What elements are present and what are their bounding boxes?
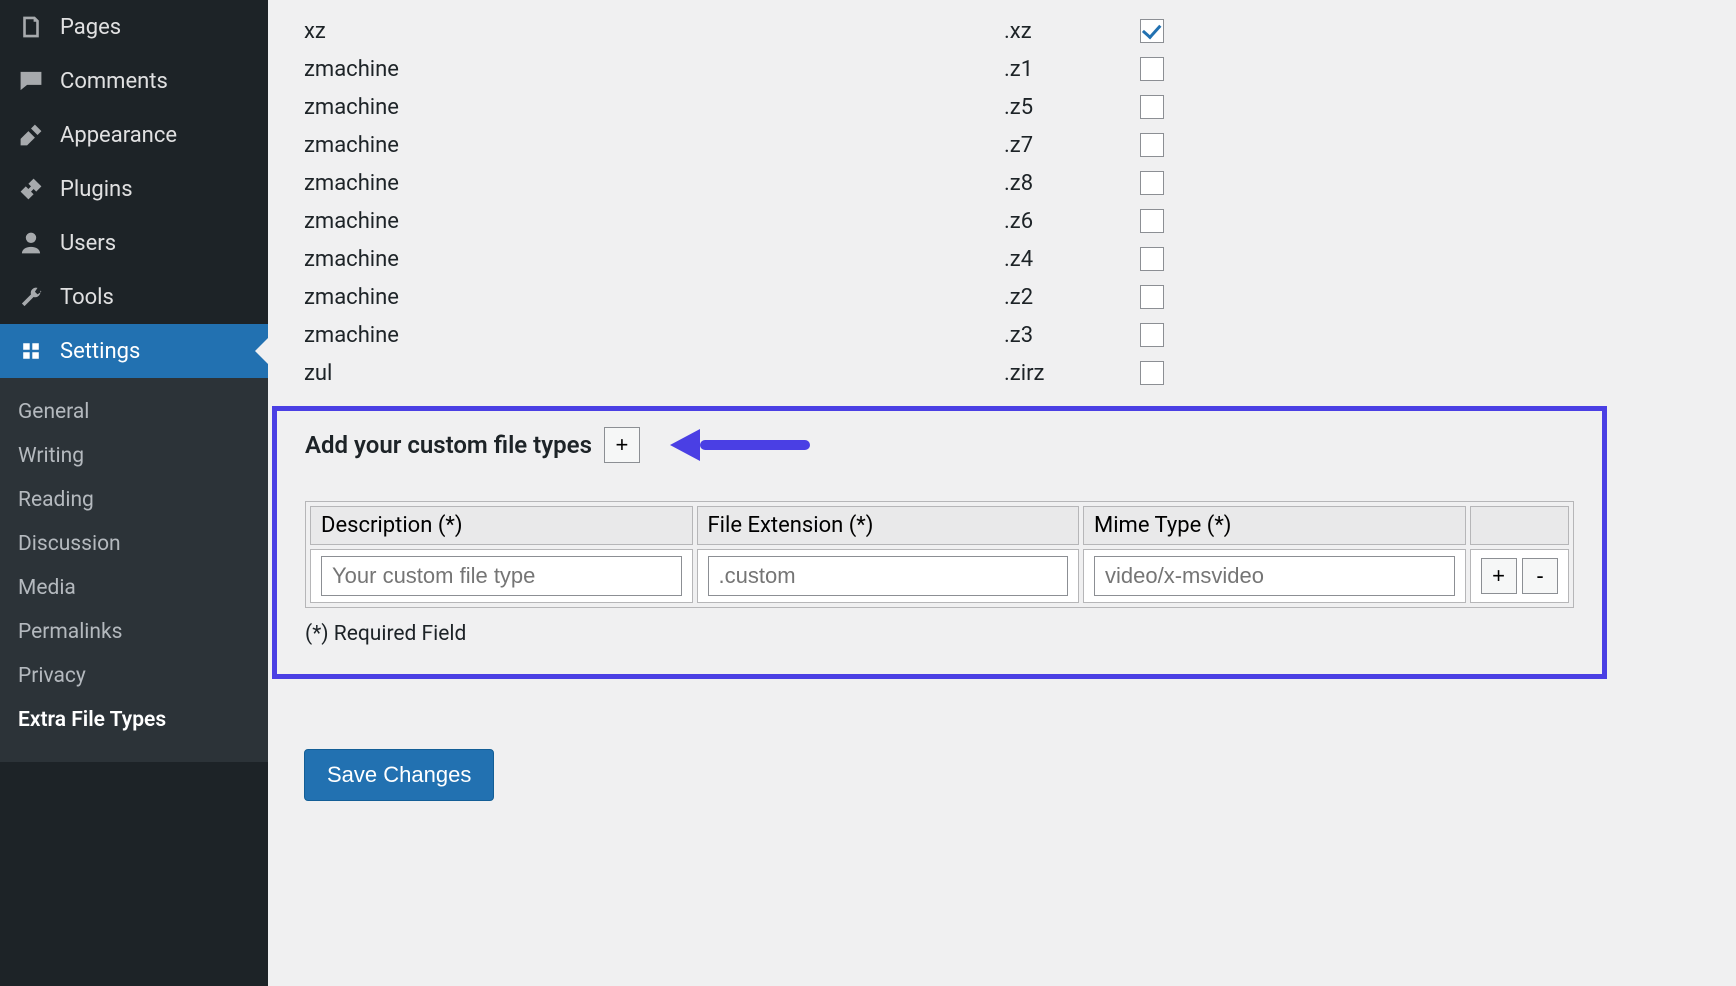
- file-type-name: zmachine: [304, 171, 1004, 196]
- file-type-row: zmachine.z2: [304, 278, 1736, 316]
- sidebar-item-tools[interactable]: Tools: [0, 270, 268, 324]
- file-type-extension: .z3: [1004, 323, 1132, 348]
- file-type-name: zul: [304, 361, 1004, 386]
- file-type-checkbox[interactable]: [1140, 19, 1164, 43]
- sidebar-item-comments[interactable]: Comments: [0, 54, 268, 108]
- sidebar-item-appearance[interactable]: Appearance: [0, 108, 268, 162]
- file-type-extension: .zirz: [1004, 361, 1132, 386]
- description-input[interactable]: [321, 556, 682, 596]
- admin-sidebar: Pages Comments Appearance Plugins: [0, 0, 268, 986]
- annotation-arrow: [670, 435, 810, 455]
- file-type-extension: .xz: [1004, 19, 1132, 44]
- file-type-row: zul.zirz: [304, 354, 1736, 392]
- file-type-row: zmachine.z3: [304, 316, 1736, 354]
- sidebar-item-users[interactable]: Users: [0, 216, 268, 270]
- table-row: + -: [310, 549, 1569, 603]
- file-type-name: zmachine: [304, 285, 1004, 310]
- file-type-name: zmachine: [304, 133, 1004, 158]
- settings-submenu: General Writing Reading Discussion Media…: [0, 378, 268, 762]
- file-types-list: xz.xzzmachine.z1zmachine.z5zmachine.z7zm…: [268, 0, 1736, 392]
- file-type-row: xz.xz: [304, 12, 1736, 50]
- comments-icon: [18, 68, 54, 94]
- file-type-checkbox[interactable]: [1140, 247, 1164, 271]
- file-type-checkbox[interactable]: [1140, 133, 1164, 157]
- file-type-row: zmachine.z1: [304, 50, 1736, 88]
- sidebar-item-label: Appearance: [60, 123, 177, 148]
- file-type-checkbox[interactable]: [1140, 171, 1164, 195]
- file-type-row: zmachine.z5: [304, 88, 1736, 126]
- submenu-item-reading[interactable]: Reading: [0, 478, 268, 522]
- users-icon: [18, 230, 54, 256]
- file-type-name: zmachine: [304, 95, 1004, 120]
- file-type-checkbox[interactable]: [1140, 361, 1164, 385]
- th-description: Description (*): [310, 506, 693, 545]
- custom-file-types-section: Add your custom file types + Description…: [272, 406, 1607, 679]
- file-type-name: zmachine: [304, 209, 1004, 234]
- remove-row-button[interactable]: -: [1522, 558, 1558, 594]
- file-type-row: zmachine.z7: [304, 126, 1736, 164]
- file-type-extension: .z7: [1004, 133, 1132, 158]
- pages-icon: [18, 14, 54, 40]
- required-field-note: (*) Required Field: [305, 622, 1574, 646]
- file-type-name: zmachine: [304, 57, 1004, 82]
- file-type-name: xz: [304, 19, 1004, 44]
- table-header-row: Description (*) File Extension (*) Mime …: [310, 506, 1569, 545]
- plugins-icon: [18, 176, 54, 202]
- sidebar-item-label: Tools: [60, 285, 114, 310]
- settings-icon: [18, 338, 54, 364]
- file-type-checkbox[interactable]: [1140, 323, 1164, 347]
- th-mime: Mime Type (*): [1083, 506, 1466, 545]
- submenu-item-writing[interactable]: Writing: [0, 434, 268, 478]
- file-type-row: zmachine.z4: [304, 240, 1736, 278]
- file-type-checkbox[interactable]: [1140, 209, 1164, 233]
- sidebar-item-label: Settings: [60, 339, 140, 364]
- sidebar-item-label: Comments: [60, 69, 168, 94]
- add-row-button-top[interactable]: +: [604, 427, 640, 463]
- submenu-item-discussion[interactable]: Discussion: [0, 522, 268, 566]
- file-type-row: zmachine.z8: [304, 164, 1736, 202]
- file-type-name: zmachine: [304, 247, 1004, 272]
- th-actions: [1470, 506, 1569, 545]
- extension-input[interactable]: [708, 556, 1069, 596]
- th-extension: File Extension (*): [697, 506, 1080, 545]
- file-type-row: zmachine.z6: [304, 202, 1736, 240]
- file-type-extension: .z8: [1004, 171, 1132, 196]
- sidebar-item-plugins[interactable]: Plugins: [0, 162, 268, 216]
- file-type-checkbox[interactable]: [1140, 57, 1164, 81]
- submenu-item-media[interactable]: Media: [0, 566, 268, 610]
- file-type-name: zmachine: [304, 323, 1004, 348]
- custom-section-heading: Add your custom file types: [305, 431, 592, 459]
- file-type-extension: .z6: [1004, 209, 1132, 234]
- submenu-item-permalinks[interactable]: Permalinks: [0, 610, 268, 654]
- submenu-item-privacy[interactable]: Privacy: [0, 654, 268, 698]
- file-type-extension: .z1: [1004, 57, 1132, 82]
- sidebar-item-pages[interactable]: Pages: [0, 0, 268, 54]
- sidebar-item-label: Plugins: [60, 177, 133, 202]
- file-type-extension: .z5: [1004, 95, 1132, 120]
- file-type-checkbox[interactable]: [1140, 285, 1164, 309]
- main-content: xz.xzzmachine.z1zmachine.z5zmachine.z7zm…: [268, 0, 1736, 986]
- sidebar-item-settings[interactable]: Settings: [0, 324, 268, 378]
- save-changes-button[interactable]: Save Changes: [304, 749, 494, 801]
- submenu-item-extra-file-types[interactable]: Extra File Types: [0, 698, 268, 742]
- file-type-extension: .z2: [1004, 285, 1132, 310]
- tools-icon: [18, 284, 54, 310]
- appearance-icon: [18, 122, 54, 148]
- submenu-item-general[interactable]: General: [0, 390, 268, 434]
- file-type-checkbox[interactable]: [1140, 95, 1164, 119]
- add-row-button[interactable]: +: [1481, 558, 1517, 594]
- mime-input[interactable]: [1094, 556, 1455, 596]
- sidebar-item-label: Pages: [60, 15, 121, 40]
- file-type-extension: .z4: [1004, 247, 1132, 272]
- sidebar-item-label: Users: [60, 231, 116, 256]
- custom-file-types-table: Description (*) File Extension (*) Mime …: [305, 501, 1574, 608]
